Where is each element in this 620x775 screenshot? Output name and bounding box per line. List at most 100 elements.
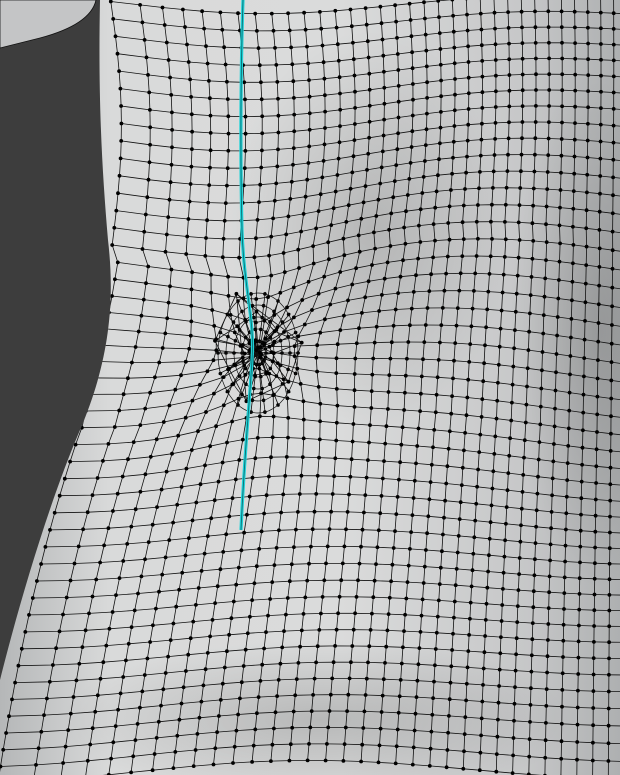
mesh-vertex[interactable] <box>333 456 338 461</box>
mesh-vertex[interactable] <box>493 42 498 47</box>
mesh-vertex[interactable] <box>485 585 490 590</box>
mesh-vertex[interactable] <box>334 627 339 632</box>
mesh-vertex[interactable] <box>263 336 268 341</box>
mesh-vertex[interactable] <box>374 562 378 566</box>
mesh-vertex[interactable] <box>350 644 355 648</box>
mesh-vertex[interactable] <box>316 209 321 214</box>
mesh-vertex[interactable] <box>556 296 561 301</box>
mesh-vertex[interactable] <box>200 9 205 14</box>
mesh-vertex[interactable] <box>39 729 44 734</box>
mesh-vertex[interactable] <box>599 42 603 46</box>
mesh-vertex[interactable] <box>299 628 304 633</box>
mesh-vertex[interactable] <box>520 72 525 77</box>
mesh-vertex[interactable] <box>121 675 126 679</box>
mesh-vertex[interactable] <box>272 563 277 567</box>
mesh-vertex[interactable] <box>338 270 343 274</box>
mesh-vertex[interactable] <box>474 501 479 506</box>
mesh-vertex[interactable] <box>436 173 440 178</box>
mesh-vertex[interactable] <box>516 220 521 225</box>
mesh-vertex[interactable] <box>164 40 169 45</box>
mesh-vertex[interactable] <box>480 121 484 126</box>
mesh-vertex[interactable] <box>459 483 464 487</box>
mesh-vertex[interactable] <box>129 524 134 529</box>
mesh-vertex[interactable] <box>610 304 614 309</box>
mesh-vertex[interactable] <box>143 557 147 562</box>
mesh-vertex[interactable] <box>252 581 257 586</box>
mesh-vertex[interactable] <box>531 605 536 610</box>
mesh-vertex[interactable] <box>341 236 346 241</box>
mesh-vertex[interactable] <box>116 191 120 196</box>
mesh-vertex[interactable] <box>560 56 565 61</box>
mesh-vertex[interactable] <box>575 705 580 710</box>
mesh-vertex[interactable] <box>519 169 523 174</box>
mesh-vertex[interactable] <box>87 611 91 616</box>
mesh-vertex[interactable] <box>254 348 259 353</box>
mesh-vertex[interactable] <box>119 104 123 108</box>
mesh-vertex[interactable] <box>239 548 244 553</box>
mesh-vertex[interactable] <box>471 551 476 556</box>
mesh-vertex[interactable] <box>393 529 397 533</box>
mesh-vertex[interactable] <box>438 47 443 51</box>
mesh-vertex[interactable] <box>106 442 111 446</box>
mesh-vertex[interactable] <box>396 291 400 295</box>
mesh-vertex[interactable] <box>575 757 579 762</box>
mesh-vertex[interactable] <box>546 606 551 610</box>
mesh-vertex[interactable] <box>353 356 358 361</box>
mesh-vertex[interactable] <box>220 255 225 260</box>
mesh-vertex[interactable] <box>511 736 516 740</box>
mesh-vertex[interactable] <box>136 329 141 334</box>
mesh-vertex[interactable] <box>590 758 595 763</box>
mesh-vertex[interactable] <box>596 339 601 344</box>
mesh-vertex[interactable] <box>236 565 241 570</box>
mesh-vertex[interactable] <box>611 11 616 16</box>
mesh-vertex[interactable] <box>227 366 231 371</box>
mesh-vertex[interactable] <box>205 534 210 538</box>
mesh-vertex[interactable] <box>487 553 491 558</box>
mesh-vertex[interactable] <box>453 92 457 97</box>
mesh-vertex[interactable] <box>561 622 566 627</box>
mesh-vertex[interactable] <box>576 639 581 644</box>
mesh-vertex[interactable] <box>465 154 469 159</box>
mesh-vertex[interactable] <box>585 10 590 15</box>
mesh-vertex[interactable] <box>569 335 573 340</box>
mesh-vertex[interactable] <box>541 331 546 336</box>
mesh-vertex[interactable] <box>549 526 553 531</box>
mesh-vertex[interactable] <box>275 164 280 169</box>
mesh-vertex[interactable] <box>611 42 616 47</box>
mesh-vertex[interactable] <box>239 680 244 685</box>
mesh-vertex[interactable] <box>419 391 423 396</box>
mesh-vertex[interactable] <box>445 464 450 469</box>
mesh-vertex[interactable] <box>347 676 352 681</box>
mesh-vertex[interactable] <box>538 404 543 409</box>
mesh-vertex[interactable] <box>526 348 531 352</box>
mesh-vertex[interactable] <box>225 183 229 188</box>
mesh-vertex[interactable] <box>188 636 193 641</box>
mesh-vertex[interactable] <box>318 330 323 335</box>
mesh-vertex[interactable] <box>478 432 483 437</box>
mesh-vertex[interactable] <box>591 656 596 660</box>
mesh-vertex[interactable] <box>465 395 470 400</box>
mesh-vertex[interactable] <box>527 754 532 759</box>
mesh-vertex[interactable] <box>458 271 463 276</box>
mesh-vertex[interactable] <box>593 561 597 566</box>
mesh-vertex[interactable] <box>412 478 417 483</box>
mesh-vertex[interactable] <box>521 473 526 477</box>
mesh-vertex[interactable] <box>462 732 467 736</box>
mesh-vertex[interactable] <box>315 343 320 348</box>
mesh-vertex[interactable] <box>595 430 599 434</box>
mesh-vertex[interactable] <box>609 396 614 401</box>
mesh-vertex[interactable] <box>7 714 11 719</box>
mesh-vertex[interactable] <box>230 496 235 500</box>
mesh-vertex[interactable] <box>337 594 342 599</box>
mesh-vertex[interactable] <box>144 281 148 286</box>
mesh-vertex[interactable] <box>177 717 182 722</box>
mesh-vertex[interactable] <box>333 8 338 13</box>
mesh-vertex[interactable] <box>247 494 252 499</box>
mesh-vertex[interactable] <box>428 480 433 484</box>
mesh-vertex[interactable] <box>68 578 73 583</box>
mesh-vertex[interactable] <box>42 713 46 717</box>
mesh-vertex[interactable] <box>297 266 301 270</box>
mesh-vertex[interactable] <box>90 726 95 731</box>
mesh-vertex[interactable] <box>500 290 505 295</box>
mesh-vertex[interactable] <box>314 226 318 231</box>
